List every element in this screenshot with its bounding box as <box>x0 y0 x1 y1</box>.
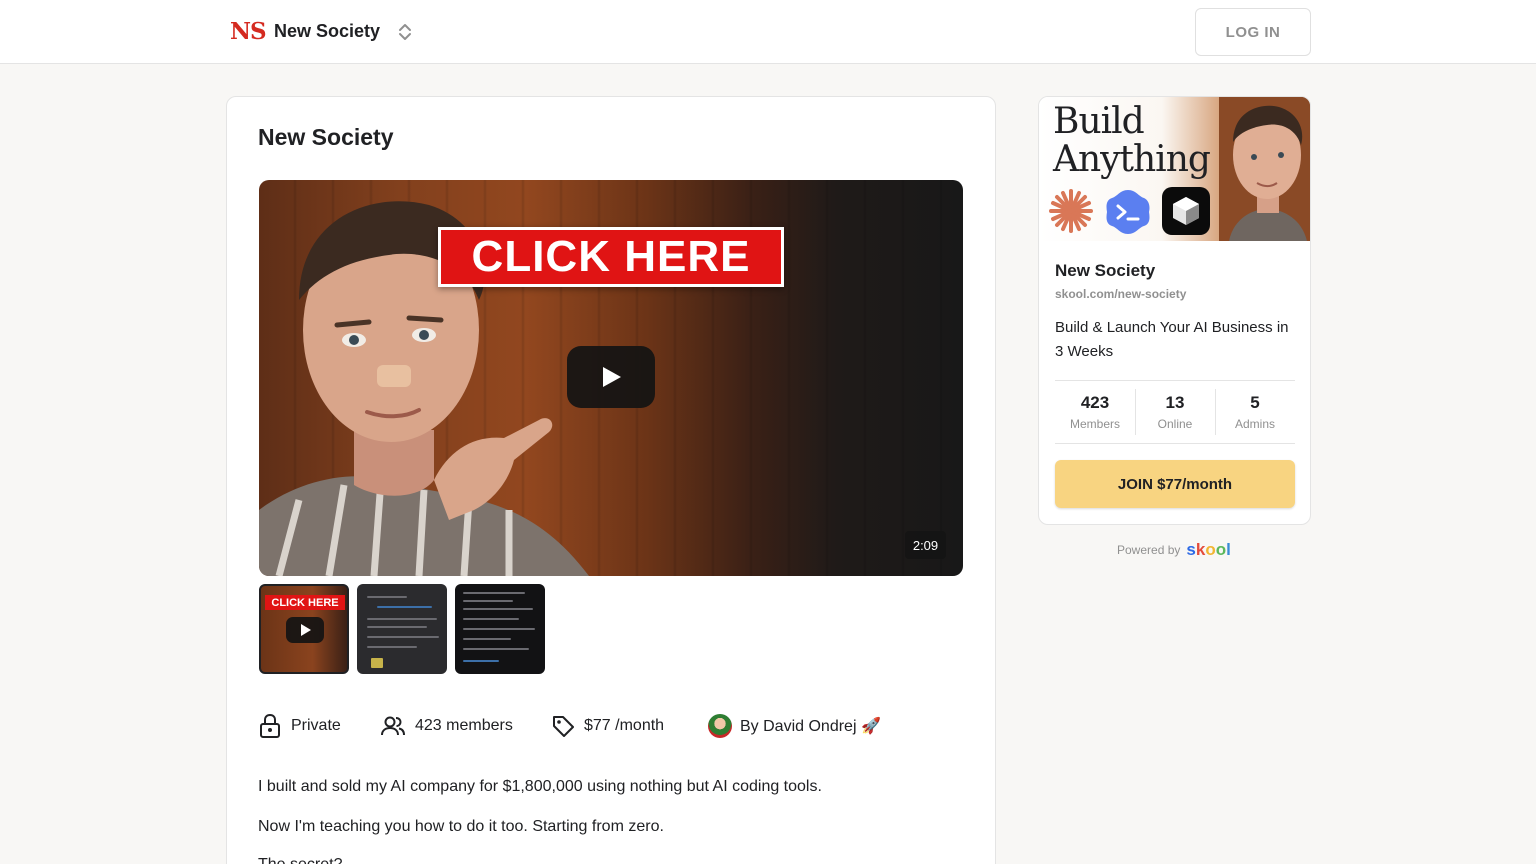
group-stats: 423 Members 13 Online 5 Admins <box>1055 380 1295 444</box>
skool-logo[interactable]: skool <box>1186 540 1230 560</box>
stat-value: 423 <box>1080 393 1110 412</box>
tag-icon <box>553 716 574 737</box>
users-icon <box>381 716 405 736</box>
privacy-label: Private <box>291 717 341 734</box>
play-icon <box>286 617 324 643</box>
login-button[interactable]: LOG IN <box>1195 8 1311 56</box>
stat-label: Members <box>1069 417 1120 431</box>
gallery-thumbnail-3[interactable] <box>455 584 545 674</box>
members-count: 423 members <box>415 717 513 734</box>
banner-portrait <box>1219 97 1310 241</box>
lock-icon <box>260 713 280 738</box>
stat-members: 423 Members <box>1055 381 1135 443</box>
play-button[interactable] <box>567 346 655 408</box>
cursor-logo-icon <box>1162 187 1210 235</box>
group-name[interactable]: New Society <box>274 21 380 42</box>
gallery-thumbnail-1[interactable]: CLICK HERE <box>259 584 349 674</box>
terminal-logo-icon <box>1106 190 1150 234</box>
thumbnail-label: CLICK HERE <box>265 595 345 610</box>
gallery-thumbnail-2[interactable] <box>357 584 447 674</box>
description-paragraph: Now I'm teaching you how to do it too. S… <box>258 818 664 835</box>
play-icon <box>603 367 621 387</box>
stat-label: Admins <box>1234 417 1275 431</box>
video-player[interactable]: CLICK HERE 2:09 <box>259 180 963 576</box>
click-here-banner: CLICK HERE <box>438 227 784 287</box>
group-logo[interactable]: NS <box>230 18 267 45</box>
author-avatar <box>708 714 732 738</box>
stat-admins: 5 Admins <box>1215 381 1295 443</box>
stat-value: 13 <box>1165 393 1185 412</box>
description-paragraph: I built and sold my AI company for $1,80… <box>258 778 822 795</box>
claude-logo-icon <box>1049 189 1093 233</box>
stat-label: Online <box>1157 417 1193 431</box>
top-bar: NS New Society LOG IN <box>0 0 1536 64</box>
author-info[interactable]: By David Ondrej 🚀 <box>708 712 881 740</box>
author-name[interactable]: By David Ondrej 🚀 <box>740 716 881 736</box>
powered-by: Powered by skool <box>1117 540 1231 560</box>
description-paragraph: The secret? <box>258 856 342 864</box>
powered-by-label: Powered by <box>1117 543 1181 557</box>
video-duration: 2:09 <box>905 531 946 559</box>
page-title: New Society <box>258 124 394 150</box>
banner-text: Build Anything <box>1053 101 1211 180</box>
privacy-info: Private <box>259 712 341 740</box>
stat-value: 5 <box>1250 393 1260 412</box>
group-tagline: Build & Launch Your AI Business in 3 Wee… <box>1055 319 1289 360</box>
sidebar-group-name: New Society <box>1055 261 1156 280</box>
price-label: $77 /month <box>584 717 665 734</box>
chevron-up-down-icon[interactable] <box>396 21 414 43</box>
price-info: $77 /month <box>552 712 664 740</box>
stat-online: 13 Online <box>1135 381 1215 443</box>
group-url[interactable]: skool.com/new-society <box>1055 287 1186 301</box>
members-info: 423 members <box>381 712 513 740</box>
join-button[interactable]: JOIN $77/month <box>1055 460 1295 508</box>
group-banner: Build Anything <box>1039 97 1310 241</box>
